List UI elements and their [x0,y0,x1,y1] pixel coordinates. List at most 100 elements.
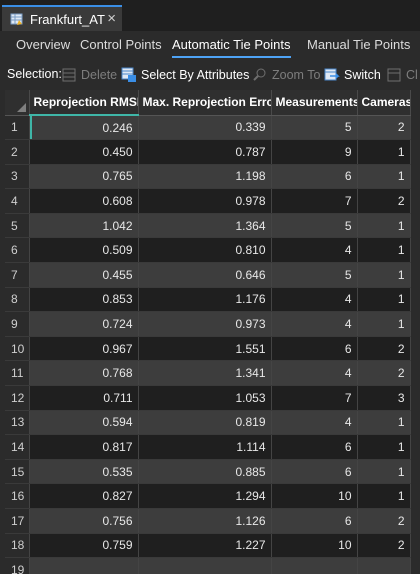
select-all-corner[interactable] [5,90,30,116]
row-number[interactable]: 2 [5,139,30,165]
row-number[interactable]: 6 [5,237,30,264]
table-row[interactable]: 4 0.608 0.978 7 2 [5,188,411,214]
cell-reprojection-rmse[interactable]: 1.042 [29,213,139,239]
cell-measurements[interactable]: 6 [271,336,358,362]
table-row[interactable]: 15 0.535 0.885 6 1 [5,459,411,485]
cell-max-reprojection-error[interactable]: 0.978 [138,188,272,214]
cell-measurements[interactable]: 4 [271,287,358,313]
row-number[interactable]: 13 [5,410,30,436]
cell-cameras[interactable]: 2 [357,533,411,559]
cell-max-reprojection-error[interactable]: 1.227 [138,533,272,559]
cell-measurements[interactable]: 5 [271,262,358,288]
row-number[interactable]: 19 [5,557,30,574]
cell-max-reprojection-error[interactable]: 0.819 [138,410,272,436]
cell-cameras[interactable]: 1 [357,139,411,165]
cell-cameras[interactable]: 1 [357,164,411,190]
table-row[interactable]: 9 0.724 0.973 4 1 [5,311,411,337]
cell-cameras[interactable]: 1 [357,434,411,460]
cell-cameras[interactable]: 1 [357,213,411,239]
column-header-reprojection-rmse[interactable]: Reprojection RMSE [29,90,139,116]
cell-reprojection-rmse[interactable]: 0.594 [29,410,139,436]
cell-measurements[interactable]: 5 [271,213,358,239]
row-number[interactable]: 8 [5,287,30,313]
cell-reprojection-rmse[interactable]: 0.759 [29,533,139,559]
cell-reprojection-rmse[interactable]: 0.827 [29,483,139,509]
cell-max-reprojection-error[interactable]: 0.810 [138,237,272,264]
row-number[interactable]: 10 [5,336,30,362]
cell-measurements[interactable]: 7 [271,188,358,214]
table-row[interactable]: 18 0.759 1.227 10 2 [5,533,411,559]
cell-measurements[interactable]: 4 [271,360,358,387]
cell-max-reprojection-error[interactable]: 1.294 [138,483,272,509]
row-number[interactable]: 9 [5,311,30,337]
cell-reprojection-rmse[interactable]: 0.535 [29,459,139,485]
row-number[interactable]: 15 [5,459,30,485]
cell-reprojection-rmse[interactable]: 0.853 [29,287,139,313]
row-number[interactable]: 7 [5,262,30,288]
cell-reprojection-rmse[interactable]: 0.817 [29,434,139,460]
cell-max-reprojection-error[interactable]: 1.053 [138,385,272,411]
cell-cameras[interactable]: 1 [357,237,411,264]
cell-max-reprojection-error[interactable]: 0.646 [138,262,272,288]
tab-overview[interactable]: Overview [16,37,70,52]
cell-measurements[interactable]: 4 [271,311,358,337]
cell-cameras[interactable]: 3 [357,385,411,411]
table-row[interactable]: 19 [5,557,411,574]
cell-max-reprojection-error[interactable]: 0.885 [138,459,272,485]
delete-button[interactable]: Delete [61,67,117,83]
row-number[interactable]: 16 [5,483,30,509]
cell-cameras[interactable]: 1 [357,287,411,313]
tab-automatic-tie-points[interactable]: Automatic Tie Points [172,37,291,58]
cell-max-reprojection-error[interactable]: 1.551 [138,336,272,362]
column-header-max-reprojection-error[interactable]: Max. Reprojection Error [138,90,272,116]
row-number[interactable]: 5 [5,213,30,239]
select-by-attributes-button[interactable]: Select By Attributes [121,67,249,83]
cell-measurements[interactable]: 7 [271,385,358,411]
tab-control-points[interactable]: Control Points [80,37,162,52]
cell-cameras[interactable]: 2 [357,115,411,141]
cell-reprojection-rmse[interactable]: 0.756 [29,508,139,534]
cell-max-reprojection-error[interactable]: 1.126 [138,508,272,534]
tab-manual-tie-points[interactable]: Manual Tie Points [307,37,410,52]
table-row[interactable]: 10 0.967 1.551 6 2 [5,336,411,362]
cell-max-reprojection-error[interactable]: 1.176 [138,287,272,313]
table-row[interactable]: 8 0.853 1.176 4 1 [5,287,411,313]
cell-cameras[interactable]: 2 [357,360,411,387]
row-number[interactable]: 17 [5,508,30,534]
cell-measurements[interactable]: 10 [271,483,358,509]
table-row[interactable]: 11 0.768 1.341 4 2 [5,360,411,387]
cell-reprojection-rmse[interactable]: 0.246 [29,115,139,141]
cell-max-reprojection-error[interactable]: 0.339 [138,115,272,141]
column-header-measurements[interactable]: Measurements [271,90,358,116]
cell-reprojection-rmse[interactable]: 0.711 [29,385,139,411]
table-row[interactable]: 2 0.450 0.787 9 1 [5,139,411,165]
table-row[interactable]: 7 0.455 0.646 5 1 [5,262,411,288]
cell-measurements[interactable] [271,557,358,574]
table-row[interactable]: 5 1.042 1.364 5 1 [5,213,411,239]
row-number[interactable]: 11 [5,360,30,387]
cell-reprojection-rmse[interactable]: 0.509 [29,237,139,264]
cell-reprojection-rmse[interactable]: 0.768 [29,360,139,387]
cell-measurements[interactable]: 4 [271,237,358,264]
cell-reprojection-rmse[interactable]: 0.724 [29,311,139,337]
cell-reprojection-rmse[interactable]: 0.455 [29,262,139,288]
row-number[interactable]: 1 [5,115,30,141]
cell-reprojection-rmse[interactable]: 0.450 [29,139,139,165]
cell-cameras[interactable]: 2 [357,336,411,362]
cell-max-reprojection-error[interactable]: 0.787 [138,139,272,165]
cell-cameras[interactable]: 1 [357,410,411,436]
cell-reprojection-rmse[interactable]: 0.765 [29,164,139,190]
column-header-cameras[interactable]: Cameras [357,90,411,116]
table-row[interactable]: 13 0.594 0.819 4 1 [5,410,411,436]
table-row[interactable]: 14 0.817 1.114 6 1 [5,434,411,460]
cell-measurements[interactable]: 6 [271,164,358,190]
cell-measurements[interactable]: 6 [271,508,358,534]
cell-reprojection-rmse[interactable]: 0.967 [29,336,139,362]
cell-measurements[interactable]: 9 [271,139,358,165]
cell-cameras[interactable]: 2 [357,508,411,534]
row-number[interactable]: 12 [5,385,30,411]
close-icon[interactable]: × [107,10,116,27]
row-number[interactable]: 3 [5,164,30,190]
row-number[interactable]: 14 [5,434,30,460]
cell-cameras[interactable]: 1 [357,483,411,509]
